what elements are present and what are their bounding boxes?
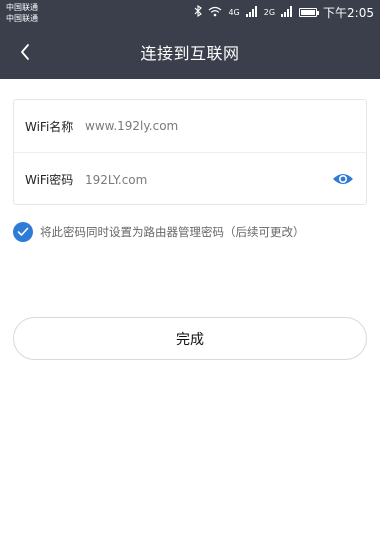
header-bar: 连接到互联网 [0, 25, 380, 79]
carrier-info: 中国联通 中国联通 [6, 2, 38, 24]
battery-icon [299, 8, 320, 17]
wifi-name-row: WiFi名称 www.192ly.com [14, 100, 366, 153]
network-type-1: 4G [228, 8, 240, 17]
wifi-name-input[interactable]: www.192ly.com [85, 119, 178, 133]
carrier-2: 中国联通 [6, 14, 38, 23]
admin-password-option: 将此密码同时设置为路由器管理密码（后续可更改） [13, 221, 305, 243]
status-time: 下午2:05 [323, 6, 374, 20]
wifi-password-label: WiFi密码 [25, 173, 74, 187]
signal-icon [281, 5, 293, 20]
admin-password-label: 将此密码同时设置为路由器管理密码（后续可更改） [40, 225, 305, 239]
page-title: 连接到互联网 [140, 44, 240, 63]
wifi-name-label: WiFi名称 [25, 119, 74, 134]
done-button[interactable]: 完成 [13, 317, 367, 360]
wifi-icon [208, 6, 222, 20]
network-type-2: 2G [263, 8, 276, 17]
wifi-password-input[interactable]: 192LY.com [85, 173, 147, 187]
eye-icon[interactable] [332, 170, 354, 188]
carrier-1: 中国联通 [6, 3, 38, 12]
status-bar: 中国联通 中国联通 4G 2G 下午2:05 [0, 0, 380, 25]
checkmark-icon [17, 227, 29, 236]
signal-icon [245, 5, 258, 20]
bluetooth-icon [194, 4, 203, 20]
wifi-password-row: WiFi密码 192LY.com [14, 153, 366, 206]
admin-password-checkbox[interactable] [13, 222, 33, 242]
wifi-form: WiFi名称 www.192ly.com WiFi密码 192LY.com [13, 99, 367, 205]
status-icons: 4G 2G 下午2:05 [194, 0, 374, 25]
